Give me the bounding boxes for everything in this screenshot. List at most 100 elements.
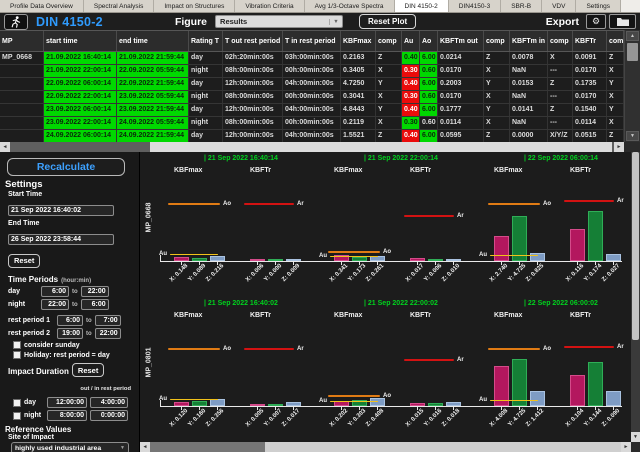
ao-line-label: Ao bbox=[223, 346, 231, 352]
impact-night-checkbox[interactable] bbox=[13, 412, 21, 420]
column-header-comp2[interactable]: comp bbox=[484, 31, 510, 51]
day-from-input[interactable] bbox=[41, 286, 69, 297]
scroll-right-button[interactable]: ► bbox=[614, 142, 624, 152]
table-row[interactable]: MP_066821.09.2022 16:40:1421.09.2022 21:… bbox=[0, 52, 624, 65]
column-header-t_in[interactable]: T in rest period bbox=[283, 31, 341, 51]
plot-hscroll-thumb[interactable] bbox=[150, 442, 265, 452]
impact-night-out-input[interactable] bbox=[47, 410, 87, 421]
cell-comp3: X bbox=[548, 52, 573, 64]
table-vertical-scrollbar[interactable]: ▲ ▼ bbox=[624, 30, 640, 142]
rest1-from-input[interactable] bbox=[57, 315, 83, 326]
column-header-ao[interactable]: Ao bbox=[420, 31, 438, 51]
scroll-right-button[interactable]: ► bbox=[621, 442, 631, 452]
impact-night-in-input[interactable] bbox=[90, 410, 128, 421]
reset-impact-button[interactable]: Reset bbox=[72, 363, 104, 377]
tab-spectral-analysis[interactable]: Spectral Analysis bbox=[84, 0, 155, 12]
end-time-input[interactable] bbox=[8, 234, 114, 245]
start-time-input[interactable] bbox=[8, 205, 114, 216]
column-header-comp1[interactable]: comp bbox=[376, 31, 402, 51]
tab-din4150-3[interactable]: DIN4150-3 bbox=[449, 0, 501, 12]
tab-sbr-b[interactable]: SBR-B bbox=[501, 0, 542, 12]
export-folder-button[interactable] bbox=[609, 14, 636, 29]
rest1-to-input[interactable] bbox=[95, 315, 121, 326]
table-row[interactable]: 22.09.2022 22:00:1423.09.2022 05:59:44ni… bbox=[0, 91, 624, 104]
bar-value-label: X: 0.202 bbox=[329, 408, 349, 428]
impact-day-out-input[interactable] bbox=[47, 397, 87, 408]
column-header-t_out[interactable]: T out rest period bbox=[223, 31, 283, 51]
column-header-mp[interactable]: MP bbox=[0, 31, 44, 51]
column-header-start[interactable]: start time bbox=[44, 31, 117, 51]
export-settings-button[interactable]: ⚙ bbox=[586, 14, 606, 29]
scroll-up-button[interactable]: ▲ bbox=[626, 31, 639, 41]
tab-avg-1-3-octave-spectra[interactable]: Avg 1/3-Octave Spectra bbox=[305, 0, 395, 12]
cell-t_in: 04h:00min:00s bbox=[283, 104, 341, 116]
plot-vertical-scrollbar[interactable]: ▼ bbox=[631, 152, 640, 442]
cell-t_in: 03h:00min:00s bbox=[283, 52, 341, 64]
table-row[interactable]: 24.09.2022 06:00:1424.09.2022 21:59:44da… bbox=[0, 130, 624, 142]
column-header-au[interactable]: Au bbox=[402, 31, 420, 51]
bar-value-labels: X: 0.341Y: 0.173Z: 0.261 bbox=[328, 263, 396, 293]
tab-din-4150-2[interactable]: DIN 4150-2 bbox=[395, 0, 449, 12]
night-from-input[interactable] bbox=[41, 299, 69, 310]
bar-value-label: Y: 0.174 bbox=[583, 263, 603, 283]
table-row[interactable]: 21.09.2022 22:00:1422.09.2022 05:59:44ni… bbox=[0, 65, 624, 78]
rest2-from-input[interactable] bbox=[57, 328, 83, 339]
tab-vibration-criteria[interactable]: Vibration Criteria bbox=[235, 0, 304, 12]
tab-impact-on-structures[interactable]: Impact on Structures bbox=[154, 0, 235, 12]
day-to-input[interactable] bbox=[81, 286, 109, 297]
column-header-comp3[interactable]: comp bbox=[548, 31, 573, 51]
period-title: | 21 Sep 2022 22:00:02 bbox=[364, 300, 438, 307]
rest2-to-input[interactable] bbox=[95, 328, 121, 339]
bar-value-label: Y: 4.725 bbox=[507, 408, 527, 428]
column-header-rating[interactable]: Rating T bbox=[189, 31, 223, 51]
time-periods-unit: (hour:min) bbox=[61, 278, 91, 284]
night-to-input[interactable] bbox=[81, 299, 109, 310]
bar-value-label: Z: 0.018 bbox=[441, 408, 461, 428]
settings-sidebar: Recalculate Settings Start Time End Time… bbox=[0, 152, 140, 452]
cell-comp2: Y bbox=[484, 78, 510, 90]
column-header-kbftm_in[interactable]: KBFTm in bbox=[510, 31, 548, 51]
column-header-comp4[interactable]: comp bbox=[607, 31, 624, 51]
recalculate-button[interactable]: Recalculate bbox=[7, 158, 125, 176]
cell-start: 21.09.2022 22:00:14 bbox=[44, 65, 117, 77]
impact-day-checkbox[interactable] bbox=[13, 399, 21, 407]
bar-value-label: Y: 0.016 bbox=[423, 408, 443, 428]
column-header-end[interactable]: end time bbox=[117, 31, 189, 51]
scroll-down-button[interactable]: ▼ bbox=[626, 131, 639, 141]
table-vscroll-thumb[interactable] bbox=[627, 43, 638, 61]
app-icon-button[interactable] bbox=[4, 14, 28, 30]
scroll-left-button[interactable]: ◄ bbox=[140, 442, 150, 452]
plot-vscroll-thumb[interactable] bbox=[632, 152, 639, 340]
column-header-kbfmax[interactable]: KBFmax bbox=[341, 31, 376, 51]
subplot-label-kbfmax: KBFmax bbox=[174, 167, 202, 174]
tab-vdv[interactable]: VDV bbox=[542, 0, 576, 12]
ao-line-label: Ao bbox=[223, 201, 231, 207]
bar-value-label: X: 0.006 bbox=[245, 263, 265, 283]
table-row[interactable]: 23.09.2022 22:00:1424.09.2022 05:59:44ni… bbox=[0, 117, 624, 130]
tab-settings[interactable]: Settings bbox=[576, 0, 621, 12]
impact-day-in-input[interactable] bbox=[90, 397, 128, 408]
tab-profile-data-overview[interactable]: Profile Data Overview bbox=[0, 0, 84, 12]
column-header-kbftr[interactable]: KBFTr bbox=[573, 31, 607, 51]
subplot-label-kbftr: KBFTr bbox=[570, 167, 591, 174]
table-row[interactable]: 22.09.2022 06:00:1422.09.2022 21:59:44da… bbox=[0, 78, 624, 91]
plot-horizontal-scrollbar[interactable]: ◄ ► bbox=[140, 442, 631, 452]
column-header-kbftm_out[interactable]: KBFTm out bbox=[438, 31, 484, 51]
bar-value-label: Z: 0.216 bbox=[205, 263, 225, 283]
figure-select[interactable]: Results ▼ bbox=[215, 15, 343, 28]
site-of-impact-select[interactable]: highly used industrial area ▼ bbox=[11, 442, 129, 452]
scroll-down-button[interactable]: ▼ bbox=[631, 432, 640, 442]
au-line bbox=[490, 400, 538, 402]
table-row[interactable]: 23.09.2022 06:00:1423.09.2022 21:59:44da… bbox=[0, 104, 624, 117]
reset-time-button[interactable]: Reset bbox=[8, 254, 40, 268]
table-hscroll-thumb[interactable] bbox=[150, 142, 612, 152]
subplot-kbftr: Ar bbox=[564, 321, 631, 406]
scroll-left-button[interactable]: ◄ bbox=[0, 142, 10, 152]
cell-au: 0.30 bbox=[402, 117, 420, 129]
reset-plot-button[interactable]: Reset Plot bbox=[359, 14, 416, 29]
consider-sunday-checkbox[interactable] bbox=[13, 341, 21, 349]
cell-end: 22.09.2022 05:59:44 bbox=[117, 65, 189, 77]
table-horizontal-scrollbar[interactable]: ◄ ► bbox=[0, 142, 624, 152]
holiday-checkbox[interactable] bbox=[13, 351, 21, 359]
site-of-impact-label: Site of Impact bbox=[8, 434, 135, 441]
